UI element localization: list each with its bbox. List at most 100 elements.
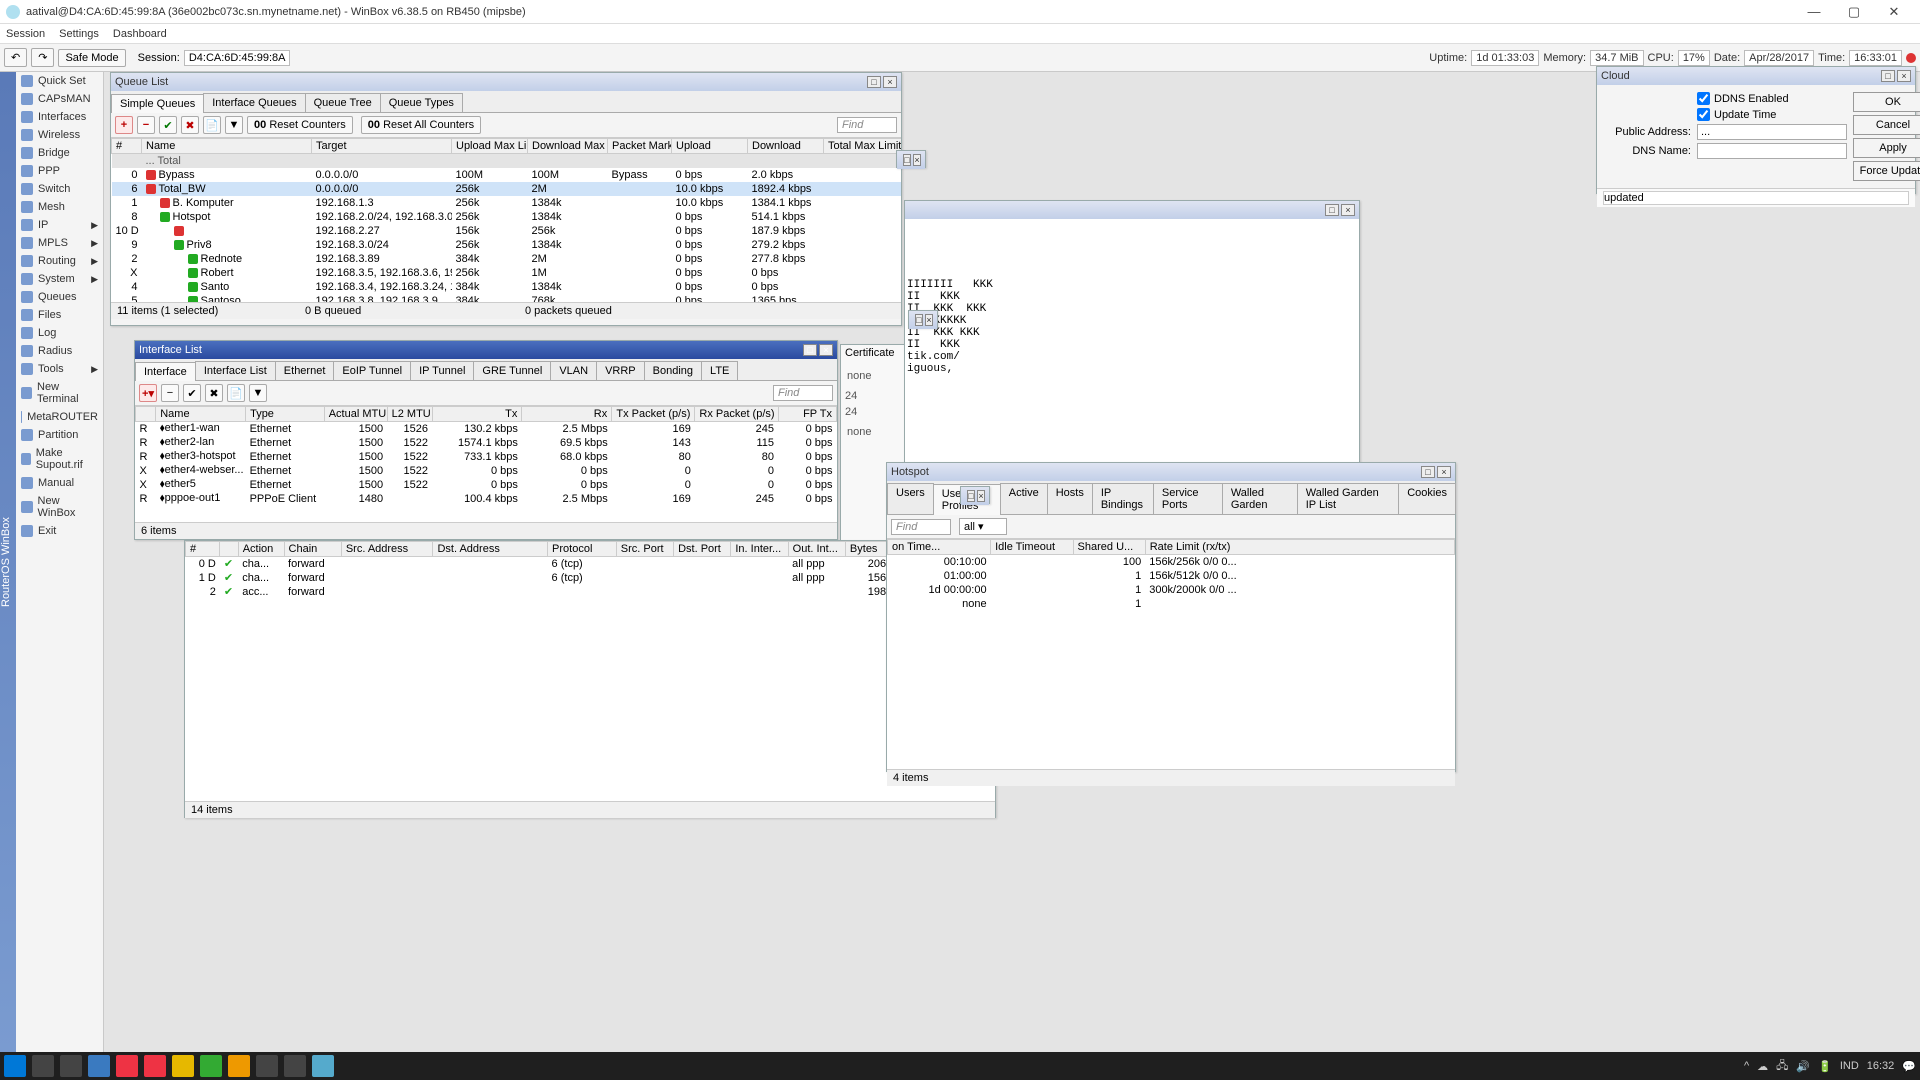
hotspot-filter-dropdown[interactable]: all ▾ <box>959 518 1007 535</box>
undo-button[interactable]: ↶ <box>4 48 27 67</box>
nav-mpls[interactable]: MPLS▶ <box>16 234 103 252</box>
bg-restore-icon[interactable]: □ <box>967 490 975 502</box>
col-header[interactable]: Tx Packet (p/s) <box>612 407 695 422</box>
table-row[interactable]: 00:10:00100156k/256k 0/0 0... <box>888 555 1455 569</box>
tab-bonding[interactable]: Bonding <box>644 361 702 380</box>
nav-ppp[interactable]: PPP <box>16 162 103 180</box>
window-close-icon[interactable]: × <box>883 76 897 88</box>
table-row[interactable]: 2✔acc...forward1987.9 KiB23 429 <box>186 585 995 599</box>
table-row[interactable]: R⬧ether2-lanEthernet150015221574.1 kbps6… <box>136 436 837 450</box>
menu-dashboard[interactable]: Dashboard <box>113 28 167 40</box>
col-header[interactable]: Src. Port <box>616 542 673 557</box>
tab-ip-bindings[interactable]: IP Bindings <box>1092 483 1154 514</box>
table-row[interactable]: 8Hotspot192.168.2.0/24, 192.168.3.0/2425… <box>112 210 902 224</box>
col-header[interactable]: Download Max Limit <box>528 139 608 154</box>
interface-table[interactable]: NameTypeActual MTUL2 MTUTxRxTx Packet (p… <box>135 406 837 506</box>
filter-button[interactable]: ▼ <box>225 116 243 134</box>
table-row[interactable]: 0 D✔cha...forward6 (tcp)all ppp2064.6 Ki… <box>186 557 995 571</box>
col-header[interactable]: Tx <box>432 407 522 422</box>
hotspot-titlebar[interactable]: Hotspot □ × <box>887 463 1455 481</box>
reset-counters-button[interactable]: 00 Reset Counters <box>247 116 353 134</box>
tray-battery-icon[interactable]: 🔋 <box>1818 1060 1832 1073</box>
tab-service-ports[interactable]: Service Ports <box>1153 483 1223 514</box>
search-icon[interactable] <box>32 1055 54 1077</box>
nav-make-supout-rif[interactable]: Make Supout.rif <box>16 444 103 474</box>
table-row[interactable]: R⬧ether1-wanEthernet15001526130.2 kbps2.… <box>136 422 837 436</box>
col-header[interactable]: Name <box>142 139 312 154</box>
col-header[interactable]: L2 MTU <box>387 407 432 422</box>
tab-lte[interactable]: LTE <box>701 361 738 380</box>
apply-button[interactable]: Apply <box>1853 138 1920 158</box>
interface-find-input[interactable]: Find <box>773 385 833 401</box>
chrome-icon-2[interactable] <box>144 1055 166 1077</box>
col-header[interactable]: # <box>186 542 220 557</box>
nav-exit[interactable]: Exit <box>16 522 103 540</box>
disable-button[interactable]: ✖ <box>181 116 199 134</box>
nav-queues[interactable]: Queues <box>16 288 103 306</box>
tray-up-icon[interactable]: ^ <box>1744 1060 1749 1072</box>
col-header[interactable]: Upload Max Limit <box>452 139 528 154</box>
enable-button[interactable]: ✔ <box>183 384 201 402</box>
nav-interfaces[interactable]: Interfaces <box>16 108 103 126</box>
tab-ethernet[interactable]: Ethernet <box>275 361 335 380</box>
nav-ip[interactable]: IP▶ <box>16 216 103 234</box>
nav-routing[interactable]: Routing▶ <box>16 252 103 270</box>
tab-queue-types[interactable]: Queue Types <box>380 93 463 112</box>
col-header[interactable]: on Time... <box>888 540 991 555</box>
tab-cookies[interactable]: Cookies <box>1398 483 1456 514</box>
taskview-icon[interactable] <box>60 1055 82 1077</box>
table-row[interactable]: 0Bypass0.0.0.0/0100M100MBypass0 bps2.0 k… <box>112 168 902 182</box>
bg-restore-icon[interactable]: □ <box>915 314 923 326</box>
start-button[interactable] <box>4 1055 26 1077</box>
tab-interface[interactable]: Interface <box>135 362 196 381</box>
disable-button[interactable]: ✖ <box>205 384 223 402</box>
col-header[interactable]: Type <box>246 407 325 422</box>
window-close-icon[interactable]: × <box>1897 70 1911 82</box>
tab-interface-queues[interactable]: Interface Queues <box>203 93 305 112</box>
cancel-button[interactable]: Cancel <box>1853 115 1920 135</box>
update-time-checkbox[interactable] <box>1697 108 1710 121</box>
nav-mesh[interactable]: Mesh <box>16 198 103 216</box>
table-row[interactable]: 5Santoso192.168.3.8, 192.168.3.9384k768k… <box>112 294 902 303</box>
nav-new-winbox[interactable]: New WinBox <box>16 492 103 522</box>
table-row[interactable]: X⬧ether5Ethernet150015220 bps0 bps000 bp… <box>136 478 837 492</box>
nav-log[interactable]: Log <box>16 324 103 342</box>
tab-ip-tunnel[interactable]: IP Tunnel <box>410 361 474 380</box>
tab-vlan[interactable]: VLAN <box>550 361 597 380</box>
remove-button[interactable]: − <box>161 384 179 402</box>
table-row[interactable]: R⬧ether3-hotspotEthernet15001522733.1 kb… <box>136 450 837 464</box>
col-header[interactable]: Target <box>312 139 452 154</box>
window-close-icon[interactable]: × <box>1341 204 1355 216</box>
ddns-checkbox[interactable] <box>1697 92 1710 105</box>
safe-mode-button[interactable]: Safe Mode <box>58 49 125 67</box>
col-header[interactable] <box>220 542 238 557</box>
app-icon-1[interactable] <box>200 1055 222 1077</box>
edge-icon[interactable] <box>88 1055 110 1077</box>
bg-restore-icon[interactable]: □ <box>903 154 911 166</box>
tab-queue-tree[interactable]: Queue Tree <box>305 93 381 112</box>
hotspot-find-input[interactable]: Find <box>891 519 951 535</box>
tab-vrrp[interactable]: VRRP <box>596 361 645 380</box>
tab-active[interactable]: Active <box>1000 483 1048 514</box>
bg-close-icon[interactable]: × <box>925 314 933 326</box>
tab-walled-garden-ip-list[interactable]: Walled Garden IP List <box>1297 483 1399 514</box>
col-header[interactable]: Total Max Limit (bi... <box>824 139 902 154</box>
nav-radius[interactable]: Radius <box>16 342 103 360</box>
window-close-icon[interactable]: × <box>1437 466 1451 478</box>
cloud-titlebar[interactable]: Cloud □ × <box>1597 67 1915 85</box>
nav-tools[interactable]: Tools▶ <box>16 360 103 378</box>
col-header[interactable]: Packet Marks <box>608 139 672 154</box>
tray-lang[interactable]: IND <box>1840 1060 1859 1072</box>
col-header[interactable]: Chain <box>284 542 341 557</box>
nav-partition[interactable]: Partition <box>16 426 103 444</box>
queue-list-titlebar[interactable]: Queue List □ × <box>111 73 901 91</box>
tab-eoip-tunnel[interactable]: EoIP Tunnel <box>333 361 411 380</box>
nav-manual[interactable]: Manual <box>16 474 103 492</box>
table-row[interactable]: none1 <box>888 597 1455 611</box>
tray-notifications-icon[interactable]: 💬 <box>1902 1060 1916 1073</box>
tray-onedrive-icon[interactable]: ☁ <box>1757 1060 1768 1073</box>
add-button[interactable]: +▾ <box>139 384 157 402</box>
minimize-button[interactable]: — <box>1794 4 1834 19</box>
filter-button[interactable]: ▼ <box>249 384 267 402</box>
chrome-icon[interactable] <box>116 1055 138 1077</box>
